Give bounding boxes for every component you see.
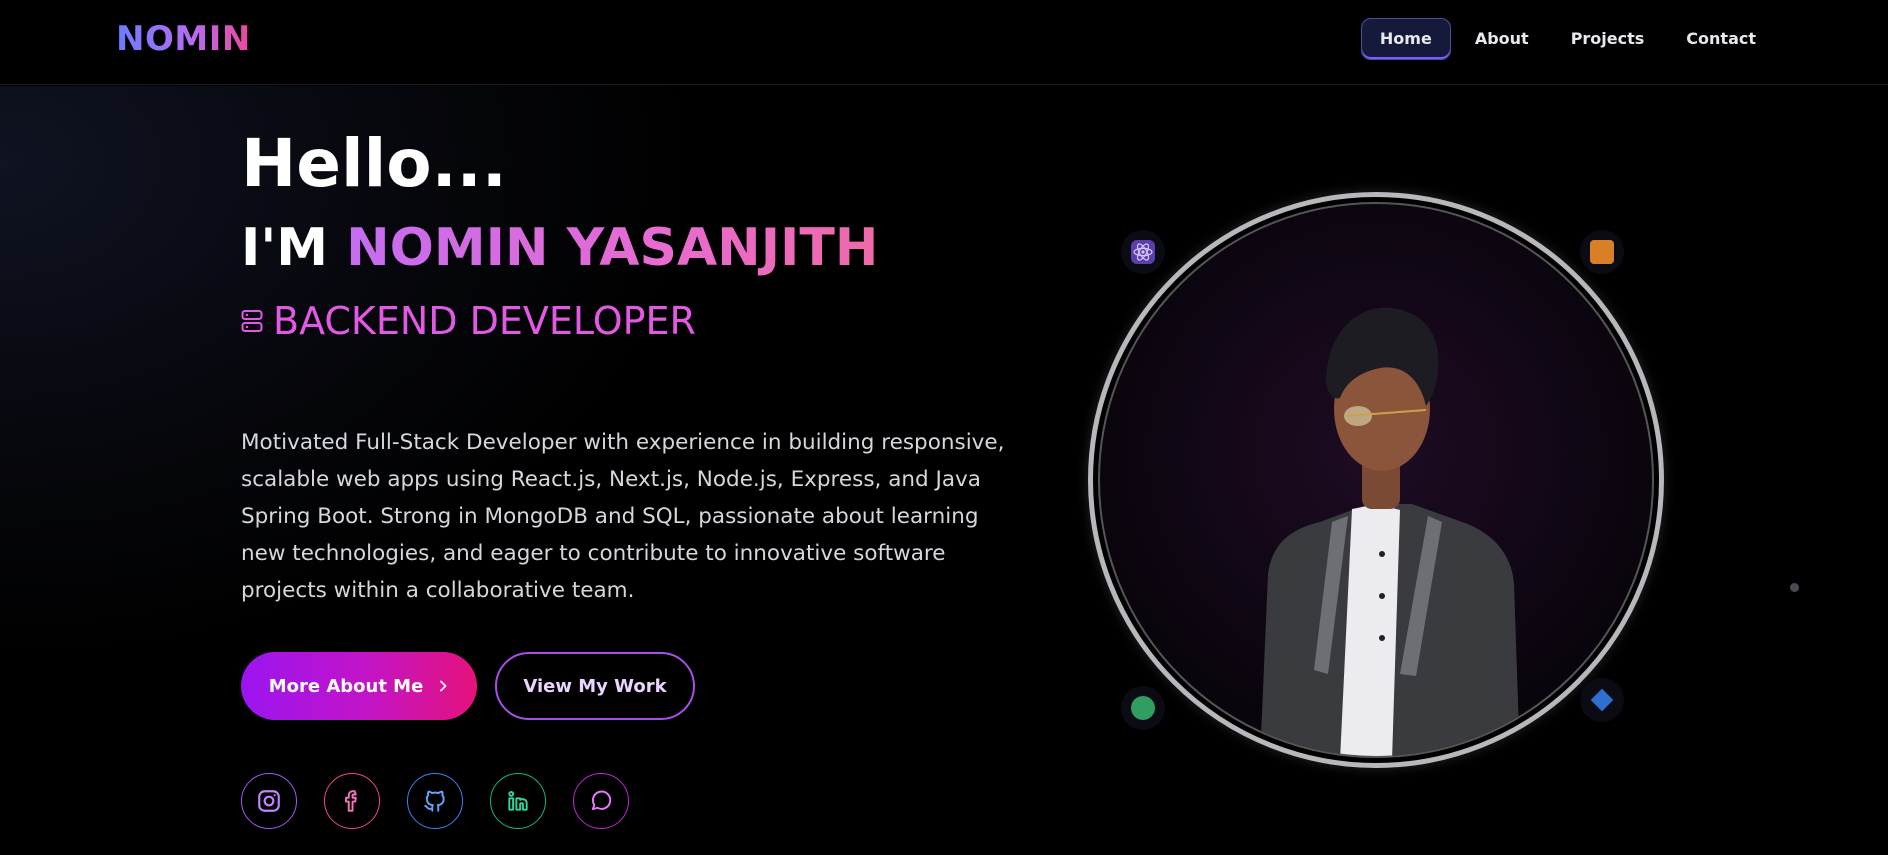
instagram-icon xyxy=(258,790,280,812)
more-about-me-button[interactable]: More About Me xyxy=(241,652,477,720)
social-links xyxy=(241,773,629,829)
role-line: BACKEND DEVELOPER xyxy=(241,302,696,340)
facebook-icon xyxy=(345,790,357,812)
chevron-right-icon xyxy=(437,676,449,697)
linkedin-icon xyxy=(508,791,528,811)
server-icon xyxy=(241,309,263,333)
profile-portrait xyxy=(1088,192,1664,768)
intro-prefix: I'M xyxy=(241,218,329,278)
blue-diamond-icon xyxy=(1580,678,1624,722)
nav-projects[interactable]: Projects xyxy=(1553,18,1663,60)
chat-link[interactable] xyxy=(573,773,629,829)
name-heading: I'M NOMIN YASANJITH xyxy=(241,222,878,274)
facebook-link[interactable] xyxy=(324,773,380,829)
green-circle-icon xyxy=(1121,686,1165,730)
logo[interactable]: NOMIN xyxy=(116,19,251,59)
nav-about[interactable]: About xyxy=(1457,18,1547,60)
portrait-photo xyxy=(1098,202,1654,758)
instagram-link[interactable] xyxy=(241,773,297,829)
react-icon xyxy=(1121,230,1165,274)
nav-home[interactable]: Home xyxy=(1360,18,1451,60)
full-name: NOMIN YASANJITH xyxy=(346,218,879,278)
github-link[interactable] xyxy=(407,773,463,829)
chat-icon xyxy=(591,790,612,811)
person-illustration xyxy=(1260,307,1520,756)
view-my-work-button[interactable]: View My Work xyxy=(495,652,695,720)
view-my-work-label: View My Work xyxy=(523,675,667,697)
orange-square-icon xyxy=(1580,230,1624,274)
bio-paragraph: Motivated Full-Stack Developer with expe… xyxy=(241,430,1005,603)
github-icon xyxy=(424,790,445,812)
decorative-dot xyxy=(1790,583,1799,592)
navbar: NOMIN Home About Projects Contact xyxy=(0,0,1888,85)
more-about-me-label: More About Me xyxy=(268,675,424,697)
nav-menu: Home About Projects Contact xyxy=(1360,18,1774,60)
nav-contact[interactable]: Contact xyxy=(1668,18,1774,60)
linkedin-link[interactable] xyxy=(490,773,546,829)
role-title: BACKEND DEVELOPER xyxy=(273,299,696,343)
greeting: Hello... xyxy=(241,125,507,202)
